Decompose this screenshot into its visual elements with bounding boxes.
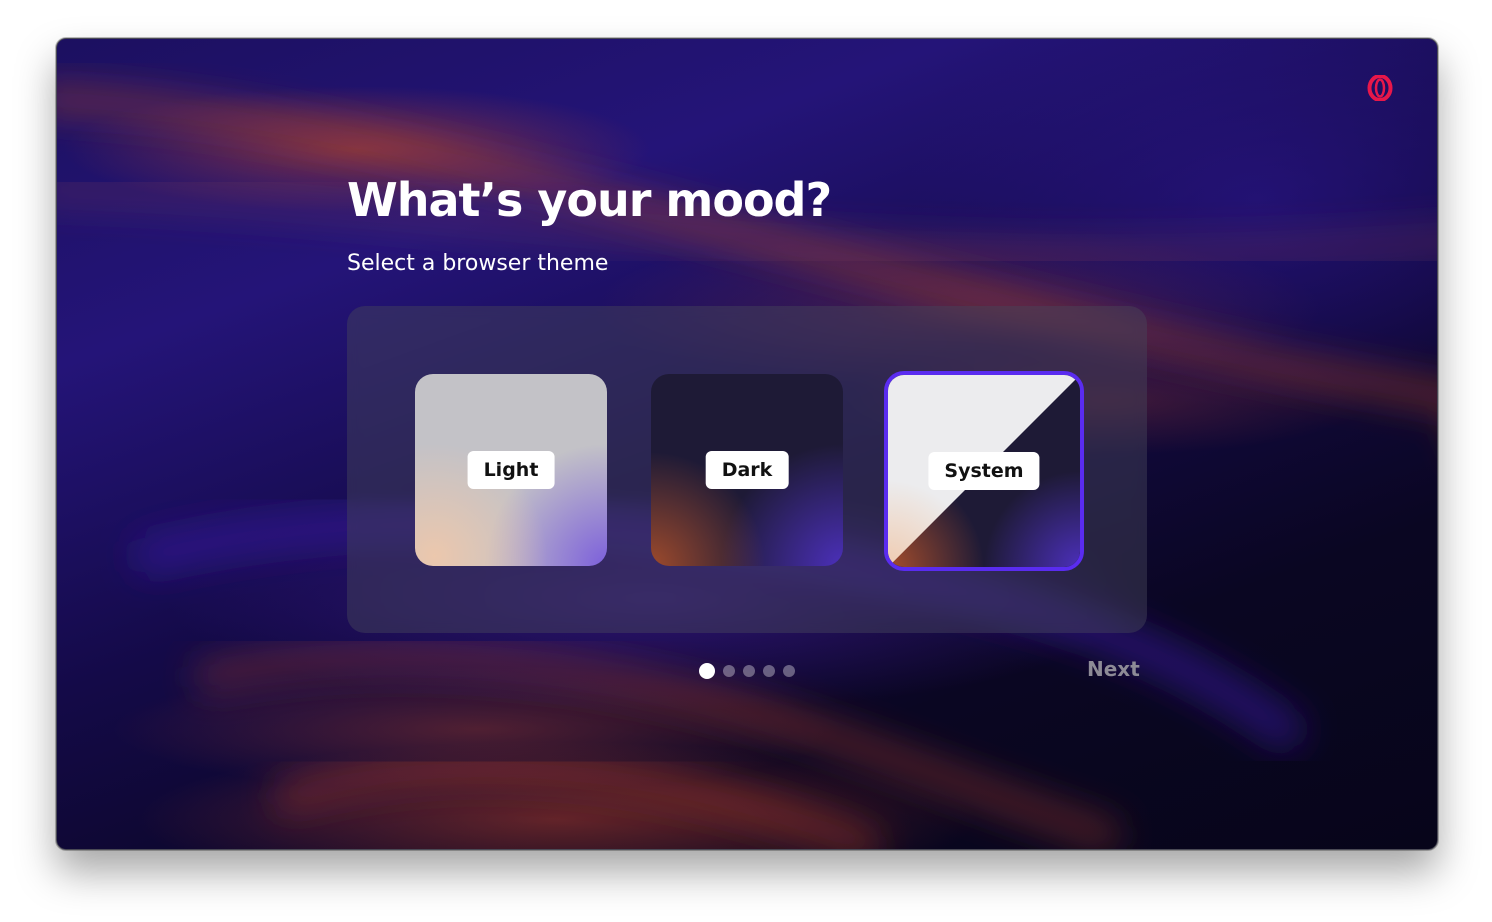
- theme-option-dark[interactable]: Dark: [651, 374, 843, 566]
- theme-option-system[interactable]: System: [884, 371, 1084, 571]
- onboarding-window: What’s your mood? Select a browser theme…: [56, 38, 1438, 850]
- page-dot-5[interactable]: [783, 665, 795, 677]
- pagination-dots: [699, 663, 795, 679]
- page-subtitle: Select a browser theme: [347, 251, 609, 276]
- opera-logo-icon: [1367, 75, 1393, 101]
- page-dot-4[interactable]: [763, 665, 775, 677]
- theme-label-light: Light: [467, 451, 555, 489]
- theme-label-dark: Dark: [705, 451, 789, 489]
- theme-option-light[interactable]: Light: [415, 374, 607, 566]
- page-dot-2[interactable]: [723, 665, 735, 677]
- intro-header: What’s your mood? Select a browser theme: [347, 169, 1147, 279]
- next-button[interactable]: Next: [1087, 657, 1140, 681]
- page-dot-1[interactable]: [699, 663, 715, 679]
- theme-picker-panel: Light Dark System: [347, 306, 1147, 633]
- page-title: What’s your mood?: [347, 173, 832, 227]
- theme-label-system: System: [928, 452, 1040, 490]
- page-dot-3[interactable]: [743, 665, 755, 677]
